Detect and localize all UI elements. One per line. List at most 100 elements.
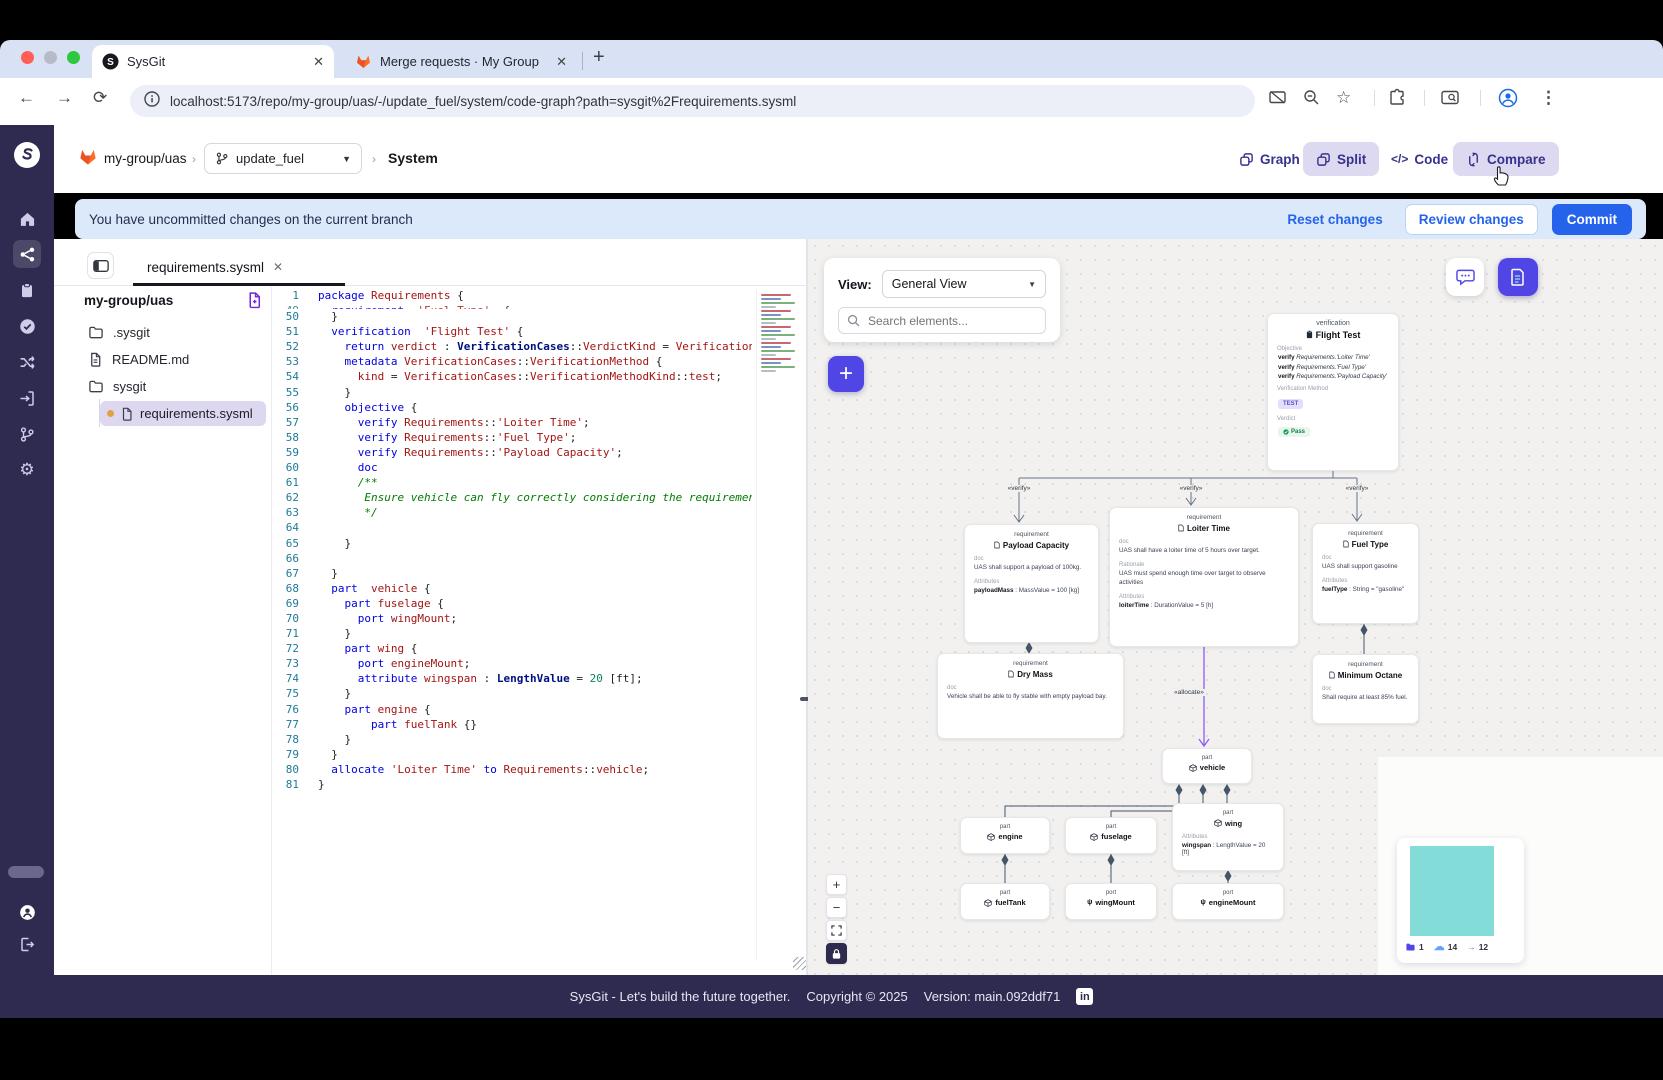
code-line[interactable]: 1 package Requirements { bbox=[272, 288, 752, 303]
code-line[interactable]: 71 } bbox=[272, 626, 752, 641]
window-zoom-button[interactable] bbox=[67, 51, 80, 64]
window-close-button[interactable] bbox=[21, 51, 34, 64]
profile-button[interactable] bbox=[1498, 88, 1518, 113]
tree-item-requirements-selected[interactable]: requirements.sysml bbox=[100, 401, 266, 426]
zoom-in-button[interactable]: + bbox=[826, 874, 847, 895]
code-line[interactable]: 74 attribute wingspan : LengthValue = 20… bbox=[272, 671, 752, 686]
panel-resize-grip[interactable] bbox=[793, 957, 806, 970]
node-part-fuselage[interactable]: part fuselage bbox=[1065, 817, 1157, 854]
sidebar-item-logout[interactable] bbox=[13, 930, 41, 958]
zoom-button[interactable] bbox=[1302, 88, 1321, 112]
sidebar-item-code-graph[interactable] bbox=[13, 240, 41, 268]
zoom-out-button[interactable]: − bbox=[826, 897, 847, 918]
document-panel-button[interactable] bbox=[1498, 258, 1538, 296]
code-line[interactable]: 73 port engineMount; bbox=[272, 656, 752, 671]
tree-item-sysgit-folder[interactable]: sysgit bbox=[88, 379, 146, 394]
bookmark-star-icon[interactable]: ☆ bbox=[1336, 88, 1351, 108]
new-tab-button[interactable]: + bbox=[593, 46, 605, 69]
node-part-fueltank[interactable]: part fuelTank bbox=[960, 883, 1050, 920]
lock-button[interactable] bbox=[826, 943, 847, 964]
sidebar-item-home[interactable] bbox=[13, 205, 41, 233]
reset-changes-button[interactable]: Reset changes bbox=[1287, 212, 1382, 227]
new-file-button[interactable] bbox=[246, 291, 263, 314]
back-button[interactable]: ← bbox=[18, 88, 35, 108]
code-line[interactable]: 61 /** bbox=[272, 475, 752, 490]
sidebar-item-verification[interactable] bbox=[13, 312, 41, 340]
window-minimize-button[interactable] bbox=[44, 51, 57, 64]
code-line[interactable]: 78 } bbox=[272, 732, 752, 747]
side-panel-search-button[interactable] bbox=[1440, 88, 1460, 112]
code-line[interactable]: 60 doc bbox=[272, 460, 752, 475]
code-line[interactable]: 79 } bbox=[272, 747, 752, 762]
code-line[interactable]: 57 verify Requirements::'Loiter Time'; bbox=[272, 415, 752, 430]
code-line[interactable]: 58 verify Requirements::'Fuel Type'; bbox=[272, 430, 752, 445]
forward-button[interactable]: → bbox=[56, 88, 73, 108]
comments-button[interactable] bbox=[1446, 258, 1484, 296]
code-line[interactable]: 70 port wingMount; bbox=[272, 611, 752, 626]
code-line[interactable]: 67 } bbox=[272, 566, 752, 581]
node-requirement-fuel-type[interactable]: requirement Fuel Type doc UAS shall supp… bbox=[1312, 523, 1419, 624]
commit-button[interactable]: Commit bbox=[1551, 203, 1632, 235]
node-part-engine[interactable]: part engine bbox=[960, 817, 1050, 854]
sidebar-item-requirements[interactable] bbox=[13, 276, 41, 304]
code-line[interactable]: 81} bbox=[272, 777, 752, 792]
sidebar-collapse-pill[interactable] bbox=[8, 866, 44, 878]
view-select[interactable]: General View ▼ bbox=[881, 270, 1046, 298]
tree-item-readme[interactable]: README.md bbox=[88, 352, 189, 367]
tree-item-sysgit-hidden[interactable]: .sysgit bbox=[88, 325, 150, 340]
code-line[interactable]: 50 } bbox=[272, 309, 752, 324]
review-changes-button[interactable]: Review changes bbox=[1404, 203, 1538, 235]
editor-tab-requirements[interactable]: requirements.sysml ✕ bbox=[135, 250, 295, 284]
code-line[interactable]: 55 } bbox=[272, 385, 752, 400]
sidebar-item-allocations[interactable] bbox=[13, 348, 41, 376]
code-line[interactable]: 64 bbox=[272, 520, 752, 535]
graph-minimap[interactable]: 1 ☁ 14 → 12 bbox=[1397, 838, 1524, 963]
reload-button[interactable]: ⟳ bbox=[93, 88, 107, 108]
graph-canvas[interactable]: «verify» «verify» «verify» «allocate» ve… bbox=[808, 239, 1663, 975]
code-line[interactable]: 72 part wing { bbox=[272, 641, 752, 656]
code-line[interactable]: 66 bbox=[272, 551, 752, 566]
graph-view-button[interactable]: Graph bbox=[1226, 142, 1313, 176]
element-search[interactable] bbox=[838, 307, 1046, 334]
code-line[interactable]: 80 allocate 'Loiter Time' to Requirement… bbox=[272, 762, 752, 777]
code-line[interactable]: 69 part fuselage { bbox=[272, 596, 752, 611]
add-element-button[interactable]: + bbox=[828, 356, 864, 392]
tab-close-icon[interactable]: ✕ bbox=[546, 54, 567, 70]
sidebar-item-import[interactable] bbox=[13, 384, 41, 412]
node-requirement-payload-capacity[interactable]: requirement Payload Capacity doc UAS sha… bbox=[964, 524, 1099, 643]
extensions-icon[interactable] bbox=[1388, 88, 1407, 112]
code-editor[interactable]: 1 package Requirements {49 requirement 'F… bbox=[272, 288, 752, 972]
node-port-enginemount[interactable]: port ψ engineMount bbox=[1172, 883, 1284, 920]
code-line[interactable]: 52 return verdict : VerificationCases::V… bbox=[272, 339, 752, 354]
fit-view-button[interactable] bbox=[826, 920, 847, 941]
editor-minimap[interactable] bbox=[756, 290, 802, 960]
breadcrumb-project[interactable]: my-group/uas bbox=[104, 151, 187, 166]
code-line[interactable]: 63 */ bbox=[272, 505, 752, 520]
node-verification-flight-test[interactable]: verification Flight Test Objective verif… bbox=[1267, 313, 1399, 471]
code-line[interactable]: 54 kind = VerificationCases::Verificatio… bbox=[272, 369, 752, 384]
code-line[interactable]: 62 Ensure vehicle can fly correctly cons… bbox=[272, 490, 752, 505]
code-line[interactable]: 77 part fuelTank {} bbox=[272, 717, 752, 732]
url-bar[interactable]: localhost:5173/repo/my-group/uas/-/updat… bbox=[130, 85, 1255, 117]
code-line[interactable]: 56 objective { bbox=[272, 400, 752, 415]
node-port-wingmount[interactable]: port ψ wingMount bbox=[1065, 883, 1157, 920]
code-line[interactable]: 53 metadata VerificationCases::Verificat… bbox=[272, 354, 752, 369]
code-view-button[interactable]: </> Code bbox=[1378, 142, 1461, 176]
site-info-icon[interactable] bbox=[144, 90, 160, 112]
node-requirement-minimum-octane[interactable]: requirement Minimum Octane doc Shall req… bbox=[1312, 654, 1419, 724]
node-requirement-dry-mass[interactable]: requirement Dry Mass doc Vehicle shall b… bbox=[937, 653, 1124, 739]
editor-tab-close-icon[interactable]: ✕ bbox=[273, 260, 283, 274]
node-part-vehicle[interactable]: part vehicle bbox=[1162, 748, 1252, 784]
browser-tab-sysgit[interactable]: S SysGit ✕ bbox=[92, 45, 334, 78]
browser-menu-icon[interactable]: ⋮ bbox=[1540, 88, 1557, 108]
linkedin-icon[interactable]: in bbox=[1076, 988, 1094, 1005]
code-line[interactable]: 75 } bbox=[272, 686, 752, 701]
screen-share-off-button[interactable] bbox=[1268, 88, 1287, 112]
sidebar-item-account[interactable] bbox=[13, 898, 41, 926]
code-line[interactable]: 76 part engine { bbox=[272, 702, 752, 717]
code-line[interactable]: 51 verification 'Flight Test' { bbox=[272, 324, 752, 339]
sidebar-item-settings[interactable]: ⚙ bbox=[13, 456, 41, 484]
node-requirement-loiter-time[interactable]: requirement Loiter Time doc UAS shall ha… bbox=[1109, 507, 1299, 647]
split-view-button[interactable]: Split bbox=[1303, 142, 1380, 176]
tab-close-icon[interactable]: ✕ bbox=[303, 54, 324, 70]
